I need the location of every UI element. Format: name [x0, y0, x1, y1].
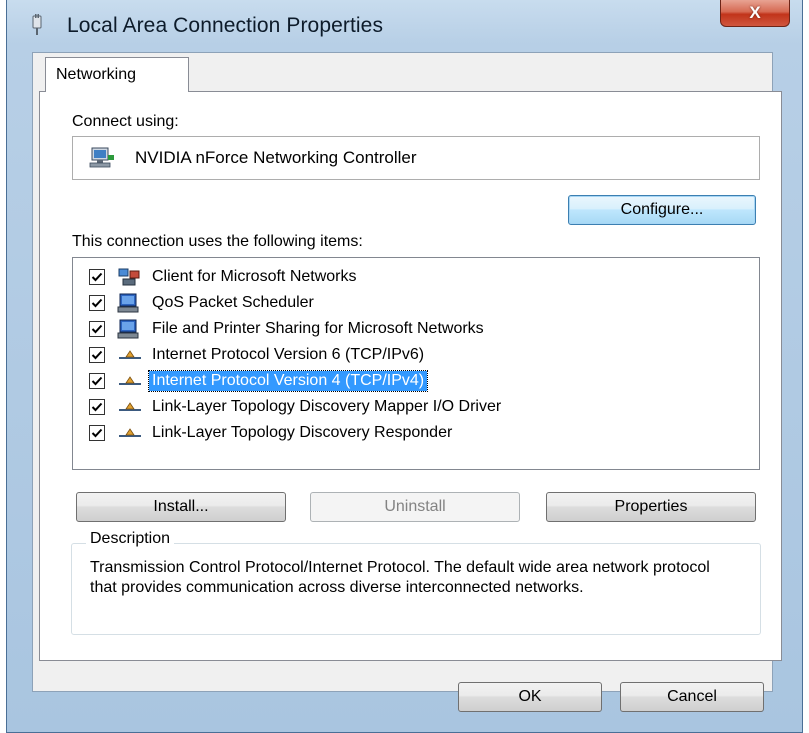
window-title: Local Area Connection Properties — [67, 14, 384, 37]
item-label: Client for Microsoft Networks — [152, 268, 357, 285]
ok-button-label: OK — [518, 688, 542, 705]
network-adapter-icon — [89, 147, 115, 169]
list-item-client-for-microsoft-networks[interactable]: Client for Microsoft Networks — [89, 265, 360, 289]
item-label: Internet Protocol Version 4 (TCP/IPv4) — [147, 370, 429, 392]
cancel-button-label: Cancel — [667, 688, 717, 705]
protocol-icon — [117, 397, 143, 417]
close-icon: X — [749, 3, 761, 22]
items-section-label: This connection uses the following items… — [72, 233, 363, 250]
uninstall-button-label: Uninstall — [384, 498, 446, 515]
checkbox[interactable] — [89, 321, 105, 337]
title-bar[interactable]: Local Area Connection Properties X — [7, 0, 802, 52]
protocol-icon — [117, 345, 143, 365]
list-item-qos-packet-scheduler[interactable]: QoS Packet Scheduler — [89, 291, 317, 315]
list-item-lltd-responder[interactable]: Link-Layer Topology Discovery Responder — [89, 421, 455, 445]
item-label: Internet Protocol Version 6 (TCP/IPv6) — [152, 346, 425, 363]
checkbox[interactable] — [89, 399, 105, 415]
list-item-ipv6[interactable]: Internet Protocol Version 6 (TCP/IPv6) — [89, 343, 427, 367]
adapter-name: NVIDIA nForce Networking Controller — [135, 148, 417, 167]
description-legend: Description — [86, 530, 175, 548]
properties-button[interactable]: Properties — [546, 492, 756, 522]
uninstall-button[interactable]: Uninstall — [310, 492, 520, 522]
service-icon — [117, 293, 143, 313]
network-connection-icon — [29, 14, 45, 36]
ok-button[interactable]: OK — [458, 682, 602, 712]
tab-label: Networking — [56, 66, 137, 83]
checkbox[interactable] — [89, 373, 105, 389]
item-label: QoS Packet Scheduler — [152, 294, 314, 311]
list-item-file-and-printer-sharing[interactable]: File and Printer Sharing for Microsoft N… — [89, 317, 487, 341]
items-list[interactable]: Client for Microsoft Networks QoS Packet… — [72, 257, 760, 470]
checkbox[interactable] — [89, 295, 105, 311]
protocol-icon — [117, 423, 143, 443]
item-label: Link-Layer Topology Discovery Responder — [152, 424, 453, 441]
description-text: Transmission Control Protocol/Internet P… — [90, 559, 710, 596]
item-label: File and Printer Sharing for Microsoft N… — [152, 320, 484, 337]
checkbox[interactable] — [89, 269, 105, 285]
list-item-ipv4[interactable]: Internet Protocol Version 4 (TCP/IPv4) — [89, 369, 429, 393]
protocol-icon — [117, 371, 143, 391]
install-button-label: Install... — [153, 498, 209, 515]
checkbox[interactable] — [89, 425, 105, 441]
adapter-field: NVIDIA nForce Networking Controller — [72, 136, 760, 180]
client-network-icon — [117, 267, 143, 287]
tab-networking[interactable]: Networking — [45, 57, 189, 92]
item-label: Link-Layer Topology Discovery Mapper I/O… — [152, 398, 502, 415]
install-button[interactable]: Install... — [76, 492, 286, 522]
checkbox[interactable] — [89, 347, 105, 363]
configure-button[interactable]: Configure... — [568, 195, 756, 225]
list-item-lltd-mapper[interactable]: Link-Layer Topology Discovery Mapper I/O… — [89, 395, 504, 419]
cancel-button[interactable]: Cancel — [620, 682, 764, 712]
close-button[interactable]: X — [720, 0, 790, 27]
configure-button-label: Configure... — [620, 201, 704, 218]
properties-button-label: Properties — [614, 498, 688, 515]
connect-using-label: Connect using: — [72, 113, 179, 130]
service-icon — [117, 319, 143, 339]
